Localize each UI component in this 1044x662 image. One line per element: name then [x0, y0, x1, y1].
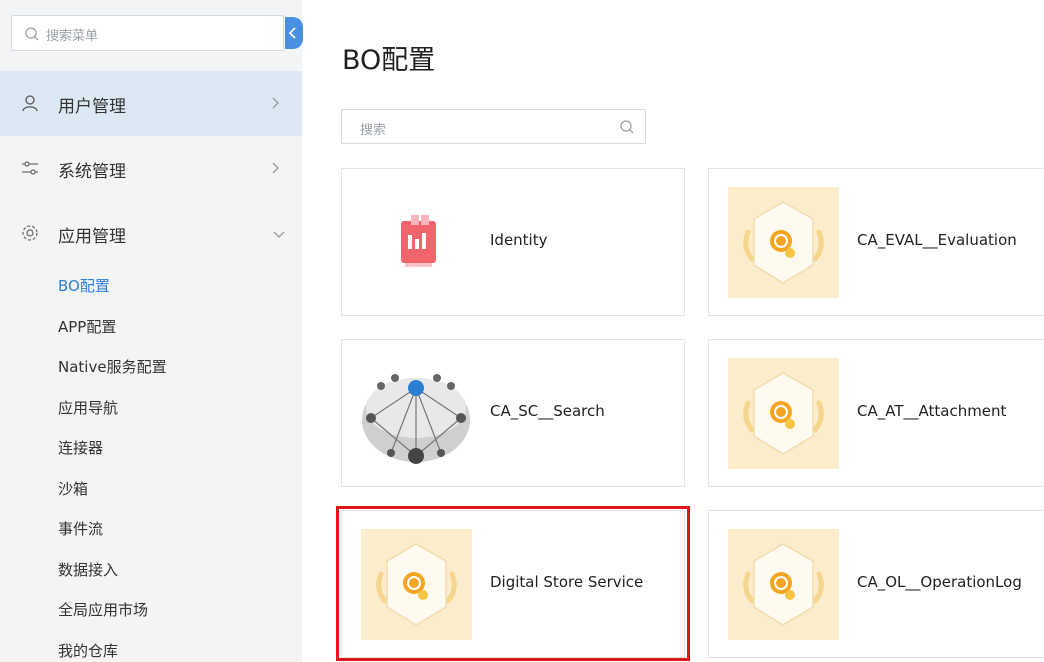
submenu-item-event-stream[interactable]: 事件流 — [58, 518, 103, 539]
chevron-left-icon — [288, 27, 296, 39]
menu-search-input[interactable]: 搜索菜单 — [11, 15, 284, 51]
identity-icon — [361, 187, 472, 298]
submenu-item-global-market[interactable]: 全局应用市场 — [58, 599, 148, 620]
sidebar-item-label: 应用管理 — [58, 227, 126, 247]
settings-sliders-icon — [22, 161, 38, 175]
gear-icon — [22, 225, 38, 241]
search-icon[interactable] — [619, 119, 635, 135]
submenu-item-bo-config[interactable]: BO配置 — [58, 275, 110, 296]
chevron-down-icon — [273, 231, 285, 238]
sidebar-item-label: 系统管理 — [58, 162, 126, 182]
card-label: CA_AT__Attachment — [857, 402, 1007, 420]
sidebar-item-system-management[interactable]: 系统管理 — [0, 136, 302, 201]
chevron-right-icon — [272, 97, 279, 109]
bo-card-evaluation[interactable]: CA_EVAL__Evaluation — [708, 168, 1044, 316]
submenu-item-sandbox[interactable]: 沙箱 — [58, 478, 88, 499]
bo-card-search[interactable]: CA_SC__Search — [341, 339, 685, 487]
page-title: BO配置 — [342, 45, 436, 76]
bo-card-operation-log[interactable]: CA_OL__OperationLog — [708, 510, 1044, 658]
badge-icon — [728, 529, 839, 640]
bo-search-input[interactable]: 搜索 — [341, 109, 646, 144]
submenu-item-my-repo[interactable]: 我的仓库 — [58, 640, 118, 661]
sidebar-item-user-management[interactable]: 用户管理 — [0, 71, 302, 136]
submenu-item-native-service[interactable]: Native服务配置 — [58, 356, 167, 377]
sidebar-item-app-management[interactable]: 应用管理 — [0, 201, 302, 266]
user-icon — [22, 95, 38, 112]
bo-card-attachment[interactable]: CA_AT__Attachment — [708, 339, 1044, 487]
submenu-item-app-navigation[interactable]: 应用导航 — [58, 397, 118, 418]
sidebar-collapse-button[interactable] — [285, 17, 303, 49]
badge-icon — [728, 187, 839, 298]
bo-card-identity[interactable]: Identity — [341, 168, 685, 316]
highlight-frame — [336, 506, 690, 661]
menu-search-placeholder: 搜索菜单 — [46, 29, 99, 44]
card-label: CA_EVAL__Evaluation — [857, 231, 1017, 249]
submenu-item-data-ingest[interactable]: 数据接入 — [58, 559, 118, 580]
search-icon — [25, 27, 39, 41]
chevron-right-icon — [272, 162, 279, 174]
card-label: Identity — [490, 231, 548, 249]
badge-icon — [728, 358, 839, 469]
bo-search-placeholder: 搜索 — [360, 123, 387, 138]
network-sphere-image — [361, 358, 472, 469]
card-label: CA_OL__OperationLog — [857, 573, 1022, 591]
card-label: CA_SC__Search — [490, 402, 605, 420]
sidebar-item-label: 用户管理 — [58, 97, 126, 117]
sidebar: 搜索菜单 用户管理 系统管理 应用管理 BO配置 APP配置 Native服务配… — [0, 0, 303, 662]
submenu-item-connector[interactable]: 连接器 — [58, 437, 103, 458]
submenu-item-app-config[interactable]: APP配置 — [58, 316, 116, 337]
